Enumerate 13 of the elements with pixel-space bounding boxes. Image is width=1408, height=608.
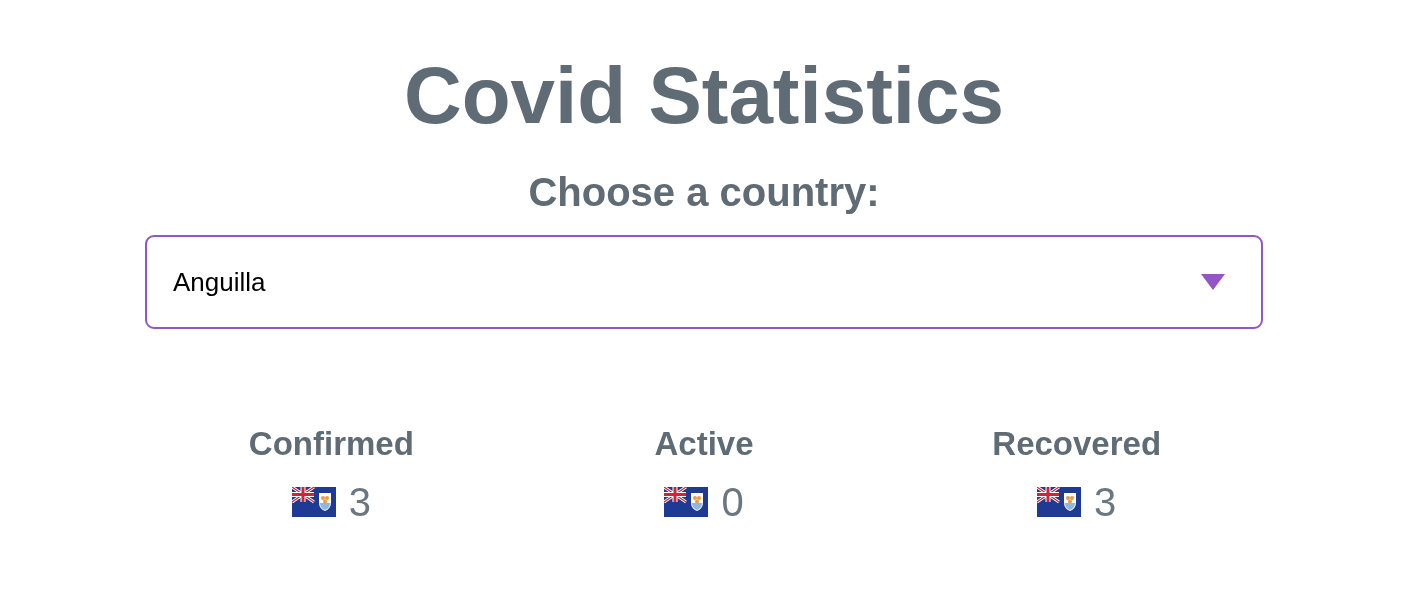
flag-icon bbox=[291, 486, 336, 517]
stat-label: Active bbox=[654, 424, 754, 464]
flag-icon bbox=[664, 486, 709, 517]
flag-icon bbox=[1037, 486, 1082, 517]
stat-label: Recovered bbox=[992, 424, 1162, 464]
stat-value: 3 bbox=[1094, 478, 1117, 526]
stat-label: Confirmed bbox=[248, 424, 414, 464]
stat-value: 0 bbox=[721, 478, 744, 526]
select-prompt: Choose a country: bbox=[527, 169, 881, 216]
country-select[interactable]: Anguilla bbox=[145, 235, 1263, 329]
stat-value: 3 bbox=[348, 478, 371, 526]
caret-icon bbox=[1201, 274, 1225, 290]
page-title: Covid Statistics bbox=[402, 50, 1006, 142]
